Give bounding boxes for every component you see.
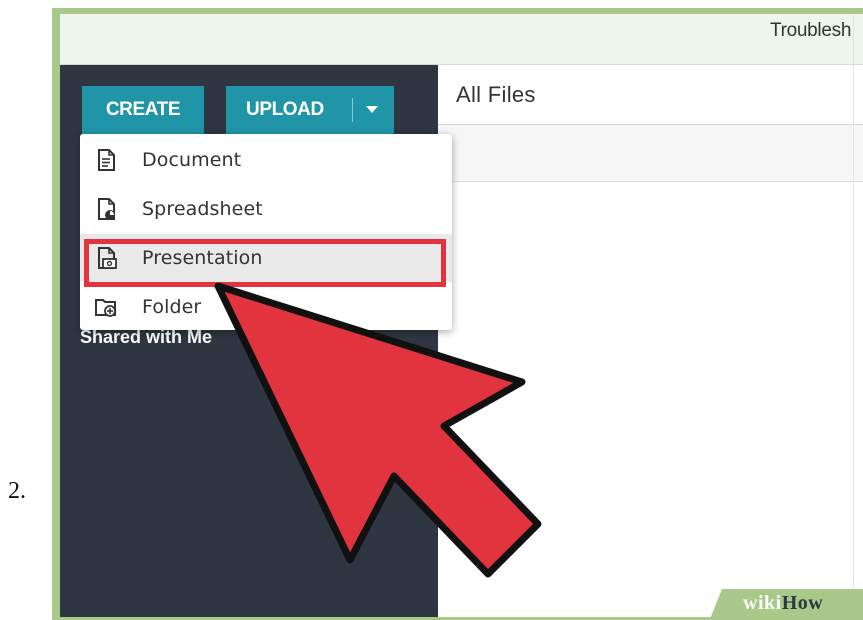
wikihow-logo: wikiHow xyxy=(743,592,823,615)
app-window: Troublesh CREATE UPLOAD Shared with Me A… xyxy=(60,14,863,617)
wikihow-logo-how: How xyxy=(781,592,824,614)
pointer-arrow-icon xyxy=(214,282,542,578)
step-number: 2. xyxy=(8,478,26,504)
wikihow-logo-wiki: wiki xyxy=(743,592,782,614)
